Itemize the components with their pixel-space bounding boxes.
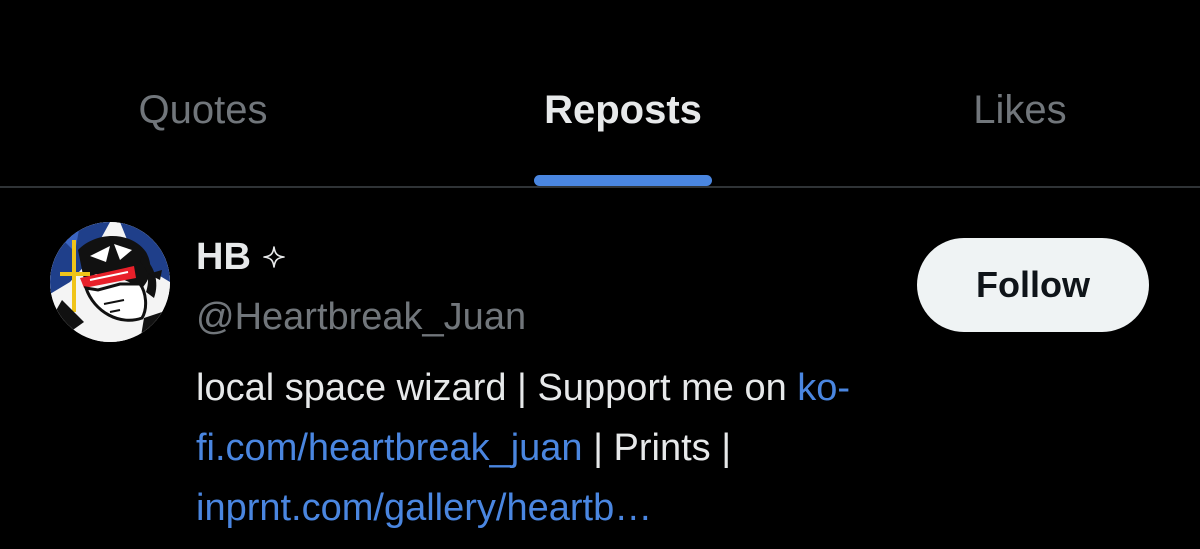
bio-text: local space wizard | Support me on: [196, 367, 798, 409]
tab-reposts[interactable]: Reposts: [510, 82, 736, 138]
bio-link-inprnt[interactable]: inprnt.com/gallery/heartb…: [196, 487, 652, 529]
bio-line-2: fi.com/heartbreak_juan | Prints |: [196, 418, 1156, 478]
bio-line-1: local space wizard | Support me on ko-: [196, 358, 1156, 418]
user-bio: local space wizard | Support me on ko- f…: [196, 358, 1156, 538]
display-name[interactable]: HB: [196, 232, 285, 282]
bio-line-3: inprnt.com/gallery/heartb…: [196, 478, 1156, 538]
tab-bar: Quotes Reposts Likes: [0, 0, 1200, 188]
follow-button[interactable]: Follow: [917, 238, 1149, 332]
bio-text: | Prints |: [582, 427, 732, 469]
user-handle[interactable]: @Heartbreak_Juan: [196, 292, 526, 342]
active-tab-indicator: [534, 175, 712, 186]
avatar-illustration-icon: [50, 222, 170, 342]
tab-quotes[interactable]: Quotes: [103, 82, 303, 138]
tabs-divider: [0, 186, 1200, 188]
avatar[interactable]: [50, 222, 170, 342]
display-name-text: HB: [196, 236, 251, 278]
bio-link-kofi[interactable]: ko-: [797, 367, 850, 409]
sparkle-icon: [263, 246, 285, 268]
bio-link-kofi-continued[interactable]: fi.com/heartbreak_juan: [196, 427, 583, 469]
tab-likes[interactable]: Likes: [935, 82, 1105, 138]
